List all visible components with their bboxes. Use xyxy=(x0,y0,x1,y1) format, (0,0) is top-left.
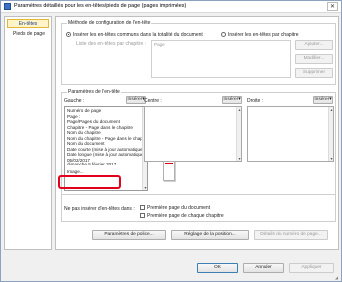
menu-item-chapter-name-page[interactable]: Nom du chapitre - Page dans le chapitre xyxy=(67,136,149,141)
dropdown-arrow-icon: ▾ xyxy=(329,97,332,102)
right-scrollbar[interactable]: ▴ ▾ xyxy=(328,107,333,161)
radio-common-headers[interactable] xyxy=(66,32,71,37)
menu-item-chapter-name[interactable]: Nom du chapitre xyxy=(67,130,101,135)
center-scrollbar[interactable]: ▴ ▾ xyxy=(236,107,241,161)
scroll-up-icon[interactable]: ▴ xyxy=(329,107,334,112)
settings-panel: Méthode de configuration de l'en-tête In… xyxy=(55,16,339,250)
delete-button[interactable]: Supprimer xyxy=(295,68,333,78)
ok-button[interactable]: OK xyxy=(197,263,238,273)
center-header-field[interactable]: ▴ ▾ xyxy=(144,106,242,162)
radio-chapter-headers[interactable] xyxy=(221,32,226,37)
menu-item-page-pages[interactable]: Page/Pages du document xyxy=(67,119,120,124)
menu-item-long-date-value[interactable]: dimanche 5 février 2017 xyxy=(67,162,116,165)
insert-right-button[interactable]: Insérer▾ xyxy=(313,96,333,104)
bottom-divider xyxy=(61,194,336,222)
list-item[interactable]: Page xyxy=(154,42,165,47)
menu-item-page-number[interactable]: Numéro de page xyxy=(67,108,101,113)
dialog-button-bar: OK Annuler Appliquer ◢ xyxy=(1,254,341,281)
insert-left-button[interactable]: Insérer▾ xyxy=(126,96,146,104)
page-number-details-button[interactable]: Détails du numéro de page... xyxy=(254,230,328,240)
radio-chapter-headers-label[interactable]: Insérer les en-têtes par chapitre xyxy=(228,32,299,38)
center-label: Centre : xyxy=(144,98,162,104)
scroll-down-icon[interactable]: ▾ xyxy=(143,185,148,190)
menu-item-long-date[interactable]: Date longue (mise à jour automatique) xyxy=(67,152,145,157)
image-item-highlight xyxy=(58,175,121,189)
right-header-field[interactable]: ▴ ▾ xyxy=(247,106,334,162)
radio-common-headers-label[interactable]: Insérer les en-têtes communs dans la tot… xyxy=(73,32,203,38)
menu-item-page[interactable]: Page : xyxy=(67,114,80,119)
chapter-headers-list[interactable]: Page xyxy=(151,40,291,78)
chapter-list-label: Liste des en-têtes par chapitre : xyxy=(76,41,147,47)
right-label: Droite : xyxy=(247,98,264,104)
scroll-up-icon[interactable]: ▴ xyxy=(237,107,242,112)
title-bar: Paramètres détaillés pour les en-têtes/p… xyxy=(1,1,341,13)
font-settings-button[interactable]: Paramètres de police... xyxy=(92,230,166,240)
menu-item-image[interactable]: Image... xyxy=(67,169,84,174)
header-preview-page xyxy=(163,161,175,181)
window-title: Paramètres détaillés pour les en-têtes/p… xyxy=(14,3,187,9)
add-button[interactable]: Ajouter... xyxy=(295,40,333,50)
menu-item-short-date[interactable]: Date courte (mise à jour automatique) xyxy=(67,147,144,152)
insert-right-label: Insérer xyxy=(314,97,330,102)
header-params-label: Paramètres de l'en-tête xyxy=(67,89,121,95)
method-group: Méthode de configuration de l'en-tête In… xyxy=(61,20,336,85)
apply-button[interactable]: Appliquer xyxy=(289,263,334,273)
position-settings-button[interactable]: Réglage de la position... xyxy=(171,230,249,240)
sidebar-item-footers[interactable]: Pieds de page xyxy=(7,30,49,39)
sidebar: En-têtes Pieds de page xyxy=(4,16,52,250)
dropdown-arrow-icon: ▾ xyxy=(238,97,241,102)
menu-item-document-name[interactable]: Nom du document xyxy=(67,141,105,146)
menu-item-chapter-page[interactable]: Chapitre - Page dans le chapitre xyxy=(67,125,133,130)
app-icon xyxy=(4,3,11,10)
header-preview-marker xyxy=(165,163,173,164)
modify-button[interactable]: Modifier... xyxy=(295,54,333,64)
insert-center-label: Insérer xyxy=(223,97,239,102)
sidebar-item-headers[interactable]: En-têtes xyxy=(7,19,49,28)
left-label: Gauche : xyxy=(64,98,85,104)
method-group-label: Méthode de configuration de l'en-tête xyxy=(67,20,152,26)
resize-grip-icon[interactable]: ◢ xyxy=(335,275,340,280)
scroll-down-icon[interactable]: ▾ xyxy=(329,156,334,161)
close-button[interactable]: ✕ xyxy=(327,2,338,11)
insert-center-button[interactable]: Insérer▾ xyxy=(222,96,242,104)
cancel-button[interactable]: Annuler xyxy=(243,263,284,273)
dialog-window: Paramètres détaillés pour les en-têtes/p… xyxy=(0,0,342,282)
insert-left-label: Insérer xyxy=(127,97,143,102)
scroll-down-icon[interactable]: ▾ xyxy=(237,156,242,161)
